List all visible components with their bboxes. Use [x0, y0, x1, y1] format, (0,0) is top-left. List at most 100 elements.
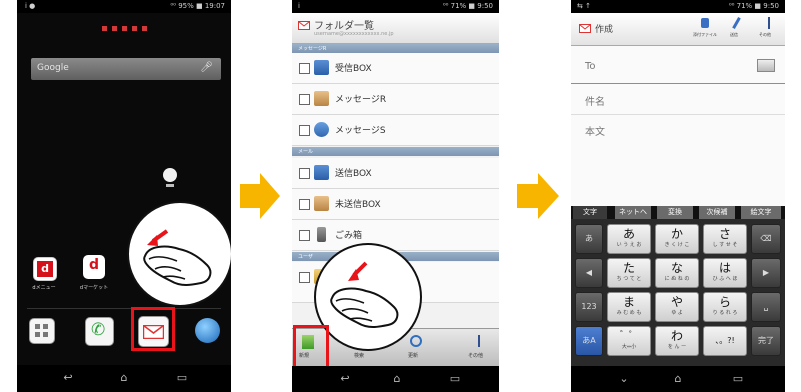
dmenu-label: dメニュー: [32, 285, 56, 291]
folder-row-messages[interactable]: メッセージS: [292, 115, 499, 146]
folder-row-messager[interactable]: メッセージR: [292, 84, 499, 115]
more-button[interactable]: その他: [757, 16, 781, 42]
status-right: ⁰⁰ 71% ■ 9:50: [442, 2, 493, 10]
status-right: ⁰⁰ 71% ■ 9:50: [728, 2, 779, 10]
more-button[interactable]: その他: [466, 333, 492, 363]
ime-keyboard: 文字 ネットへ 変換 次候補 絵文字 あ ◀ 123 あA あい う え お か…: [571, 206, 785, 366]
folder-row-inbox[interactable]: 受信BOX: [292, 53, 499, 84]
key-na[interactable]: なに ぬ ね の: [655, 258, 699, 288]
page-indicator: [102, 26, 150, 31]
send-icon: [732, 17, 741, 29]
key-ka[interactable]: かき く け こ: [655, 224, 699, 254]
checkbox[interactable]: [299, 272, 310, 283]
folder-row-sent[interactable]: 送信BOX: [292, 158, 499, 189]
folder-label: 送信BOX: [335, 169, 372, 179]
more-icon: [478, 335, 480, 347]
key-dakuten[interactable]: ゛゜ 大⇔小: [607, 326, 651, 356]
recent-apps-icon[interactable]: ▭: [175, 372, 189, 384]
home-icon[interactable]: ⌂: [117, 372, 131, 384]
attach-icon: [701, 18, 709, 28]
sent-box-icon: [314, 165, 329, 180]
key-ra[interactable]: らり る れ ろ: [703, 292, 747, 322]
subject-field[interactable]: 件名: [571, 84, 785, 115]
google-search-bar[interactable]: Google 🎤︎: [31, 58, 221, 80]
collapse-keyboard-icon[interactable]: ⌄: [617, 373, 631, 385]
search-placeholder: Google: [37, 63, 69, 73]
input-switch-key[interactable]: あA: [575, 326, 603, 356]
checkbox[interactable]: [299, 63, 310, 74]
section-header-messager: メッセージR: [292, 44, 499, 53]
status-bar: i ● ⁰⁰ 95% ■ 19:07: [17, 0, 231, 13]
phone-icon[interactable]: ✆: [85, 317, 114, 346]
subject-label: 件名: [585, 97, 605, 108]
hand-pointer-icon: [330, 261, 399, 328]
attach-button[interactable]: 添付ファイル: [693, 16, 717, 42]
search-label: 検索: [354, 353, 365, 359]
body-field[interactable]: 本文: [571, 115, 785, 205]
key-ya[interactable]: やゆ よ: [655, 292, 699, 322]
ime-tab-emoji[interactable]: 絵文字: [741, 206, 781, 219]
back-icon[interactable]: ↩: [61, 372, 75, 384]
mail-header-icon: [579, 24, 591, 33]
key-ma[interactable]: まみ む め も: [607, 292, 651, 322]
more-label: その他: [759, 32, 771, 37]
status-bar: i ⁰⁰ 71% ■ 9:50: [292, 0, 499, 13]
back-icon[interactable]: ↩: [338, 373, 352, 385]
dmenu-icon[interactable]: d: [33, 257, 57, 281]
hand-pointer-icon: [143, 229, 212, 286]
widget-icon[interactable]: [163, 168, 177, 182]
mail-header-icon: [298, 21, 310, 30]
checkbox[interactable]: [299, 230, 310, 241]
mic-icon[interactable]: 🎤︎: [200, 62, 213, 73]
more-icon: [768, 17, 770, 29]
header-title: フォルダ一覧: [314, 21, 374, 32]
folder-row-unsent[interactable]: 未送信BOX: [292, 189, 499, 220]
key-wa[interactable]: わを ん ー: [655, 326, 699, 356]
status-right: ⁰⁰ 95% ■ 19:07: [170, 2, 225, 10]
backspace-key[interactable]: ⌫: [751, 224, 781, 254]
key-ha[interactable]: はひ ふ へ ほ: [703, 258, 747, 288]
symbol-key[interactable]: 123: [575, 292, 603, 322]
checkbox[interactable]: [299, 125, 310, 136]
recent-apps-icon[interactable]: ▭: [731, 373, 745, 385]
inbox-icon: [314, 60, 329, 75]
home-icon[interactable]: ⌂: [390, 373, 404, 385]
body-label: 本文: [585, 127, 605, 138]
apps-grid-icon[interactable]: [29, 318, 55, 344]
space-key[interactable]: ␣: [751, 292, 781, 322]
cursor-right-key[interactable]: ▶: [751, 258, 781, 288]
contacts-icon[interactable]: [757, 59, 775, 72]
dmarket-label: dマーケット: [79, 285, 109, 291]
folder-label: ごみ箱: [335, 231, 363, 241]
header-title: 作成: [595, 25, 614, 35]
ime-tab-next[interactable]: 次候補: [699, 206, 735, 219]
key-punctuation[interactable]: 、。?!: [703, 326, 747, 356]
ime-tab-moji[interactable]: 文字: [573, 206, 607, 219]
globe-icon[interactable]: [195, 318, 220, 343]
to-field[interactable]: To: [571, 49, 785, 84]
refresh-label: 更新: [408, 353, 419, 359]
ime-tab-bar: 文字 ネットへ 変換 次候補 絵文字: [571, 206, 785, 219]
folder-label: 未送信BOX: [335, 200, 381, 210]
home-icon[interactable]: ⌂: [671, 373, 685, 385]
ime-tab-net[interactable]: ネットへ: [615, 206, 651, 219]
send-button[interactable]: 送信: [726, 16, 748, 42]
next-step-arrow-1: [240, 173, 280, 219]
nav-bar: ↩ ⌂ ▭: [17, 365, 231, 392]
send-label: 送信: [730, 32, 738, 37]
recent-apps-icon[interactable]: ▭: [448, 373, 462, 385]
checkbox[interactable]: [299, 199, 310, 210]
dmarket-icon[interactable]: d: [83, 255, 105, 279]
nav-bar: ⌄ ⌂ ▭: [571, 366, 785, 392]
key-sa[interactable]: さし す せ そ: [703, 224, 747, 254]
folder-label: メッセージS: [335, 126, 386, 136]
dock-divider: [27, 308, 221, 309]
done-key[interactable]: 完了: [751, 326, 781, 356]
checkbox[interactable]: [299, 168, 310, 179]
key-a[interactable]: あい う え お: [607, 224, 651, 254]
cursor-left-key[interactable]: ◀: [575, 258, 603, 288]
ime-mode-key[interactable]: あ: [575, 224, 603, 254]
key-ta[interactable]: たち つ て と: [607, 258, 651, 288]
checkbox[interactable]: [299, 94, 310, 105]
ime-tab-henkan[interactable]: 変換: [657, 206, 693, 219]
